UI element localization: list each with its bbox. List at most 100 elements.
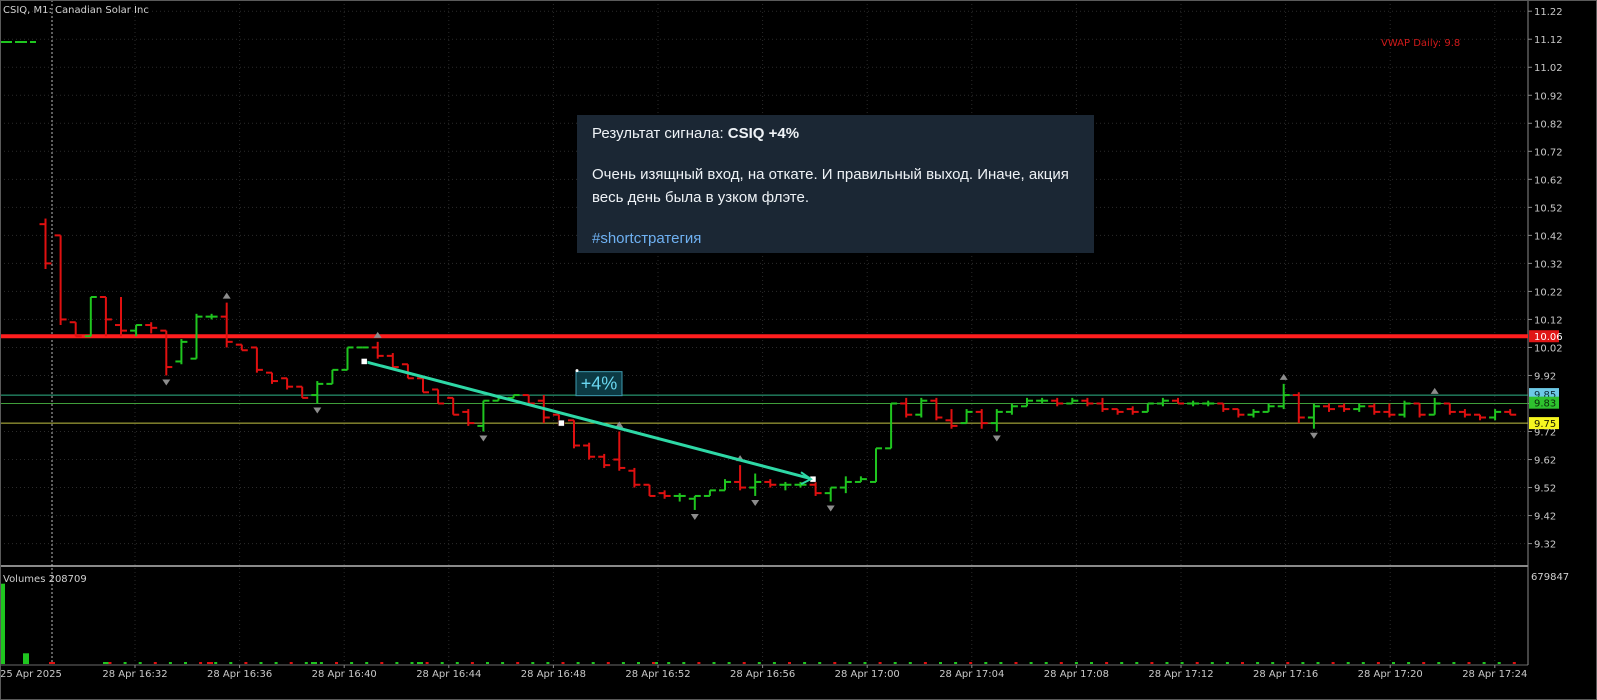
volume-bar-small [1286,662,1290,664]
volume-bar-small [1482,662,1486,664]
price-tick-label: 10.62 [1534,175,1563,186]
volume-bar-small [1452,662,1456,664]
ohlc-bar [266,371,278,384]
price-chart[interactable]: +4% 11.2211.1211.0210.9210.8210.7210.621… [0,0,1597,700]
price-tick-label: 10.12 [1534,315,1563,326]
volume-bar-small [984,662,988,664]
ohlc-bar [854,476,867,483]
volume-bar-small [440,662,444,664]
signal-result-title: Результат сигнала: CSIQ +4% [592,122,1079,145]
signal-hashtag-link[interactable]: #shortстратегия [592,227,1079,250]
volume-bar-small [410,662,414,664]
volume-bar-small [1437,662,1441,664]
volume-bar-small [304,662,308,664]
ohlc-bar [1292,392,1305,424]
ohlc-bar [99,296,112,337]
time-label: 28 Apr 17:24 [1462,669,1527,680]
volume-bar-small [1316,662,1320,664]
volume-bar-small [788,662,791,664]
time-axis: 25 Apr 2025 28 Apr 16:32 28 Apr 16:36 28 Ap… [0,665,1527,680]
fractal-down-marker [992,435,1001,442]
volume-bar-small [848,662,852,664]
ohlc-bar [990,409,1003,432]
ohlc-bar [734,465,747,491]
volume-bar-small [576,662,580,664]
ohlc-bar [477,399,490,432]
fractal-down-marker [1309,432,1318,439]
ohlc-bar [1081,397,1094,407]
ohlc-bar [1172,397,1184,405]
volume-bar-small [516,662,520,664]
volume-bar-small [1301,662,1305,664]
volume-bar-small [818,662,822,664]
volume-bar-small [712,662,716,664]
ohlc-bar [1187,400,1200,407]
ohlc-bar [1202,400,1215,407]
volume-bar-small [395,662,399,664]
ohlc-bar [1277,383,1290,410]
ohlc-bar [1307,403,1320,429]
price-tick-label: 9.62 [1534,456,1556,467]
volume-bar-small [606,662,610,664]
time-label: 28 Apr 16:48 [521,669,586,680]
volume-bar-small [1180,662,1184,664]
price-tick-label: 9.52 [1534,484,1556,495]
volume-bar-small [1105,662,1109,664]
volume-bar-small [637,662,640,664]
time-label: 28 Apr 16:36 [207,669,272,680]
volume-bar-small [863,662,867,664]
volume-bar-small [289,662,293,664]
volume-bar-small [365,662,369,664]
volume-bar-small [214,662,218,664]
time-label: 28 Apr 16:56 [730,669,795,680]
ohlc-bar [432,388,445,405]
volume-bar [207,662,213,664]
fractal-down-marker [479,435,488,442]
ohlc-bar [84,296,97,338]
trade-line[interactable]: +4% [360,358,817,486]
signal-result-intro: Результат сигнала: [592,125,728,142]
ohlc-bar [628,467,641,488]
volume-bar-small [742,662,746,664]
ohlc-bar [54,234,67,326]
volume-bar-small [350,662,354,664]
volumes-label: Volumes 208709 [3,574,87,585]
volume-bar-small [184,662,187,664]
ohlc-bar [839,476,852,494]
volume-bar-small [969,662,973,664]
volume-bar-small [1512,662,1516,664]
volume-bar-small [803,662,807,664]
volume-bar-small [531,662,535,664]
ohlc-bar [870,447,882,483]
ohlc-bar [1217,402,1230,412]
fractal-down-marker [313,407,322,414]
ohlc-bar [39,218,52,269]
price-tick-label: 10.72 [1534,147,1563,158]
price-tick-label: 11.12 [1534,35,1563,46]
ohlc-bar [1338,403,1351,412]
price-tick-label: 10.02 [1534,343,1563,354]
volume-bar-small [486,662,489,664]
fractal-down-marker [162,379,171,386]
time-label: 28 Apr 17:00 [835,669,900,680]
signal-result-headline: CSIQ +4% [727,125,800,142]
ohlc-bar [205,313,218,320]
volume-bar-small [380,662,384,664]
price-tick-label: 10.22 [1534,287,1563,298]
volume-bar-small [546,662,550,664]
volume-bar-small [954,662,958,664]
time-label: 28 Apr 17:08 [1044,669,1109,680]
price-tick-label: 10.82 [1534,119,1563,130]
ohlc-bar [1126,406,1139,415]
volume-bar-small [682,662,686,664]
fractal-up-marker [1430,387,1439,394]
ohlc-bar [371,341,384,359]
trade-mid-point [558,419,565,427]
ohlc-bar [915,397,928,418]
volume-bar-small [621,662,625,664]
volume-bar-small [199,662,203,664]
price-axis: 11.22 11.12 11.02 10.92 10.82 10.72 10.62 10.52… [1528,7,1563,551]
ohlc-bar [326,368,339,385]
volume-bar-small [667,662,671,664]
volume-axis-max: 679847 [1531,572,1569,583]
